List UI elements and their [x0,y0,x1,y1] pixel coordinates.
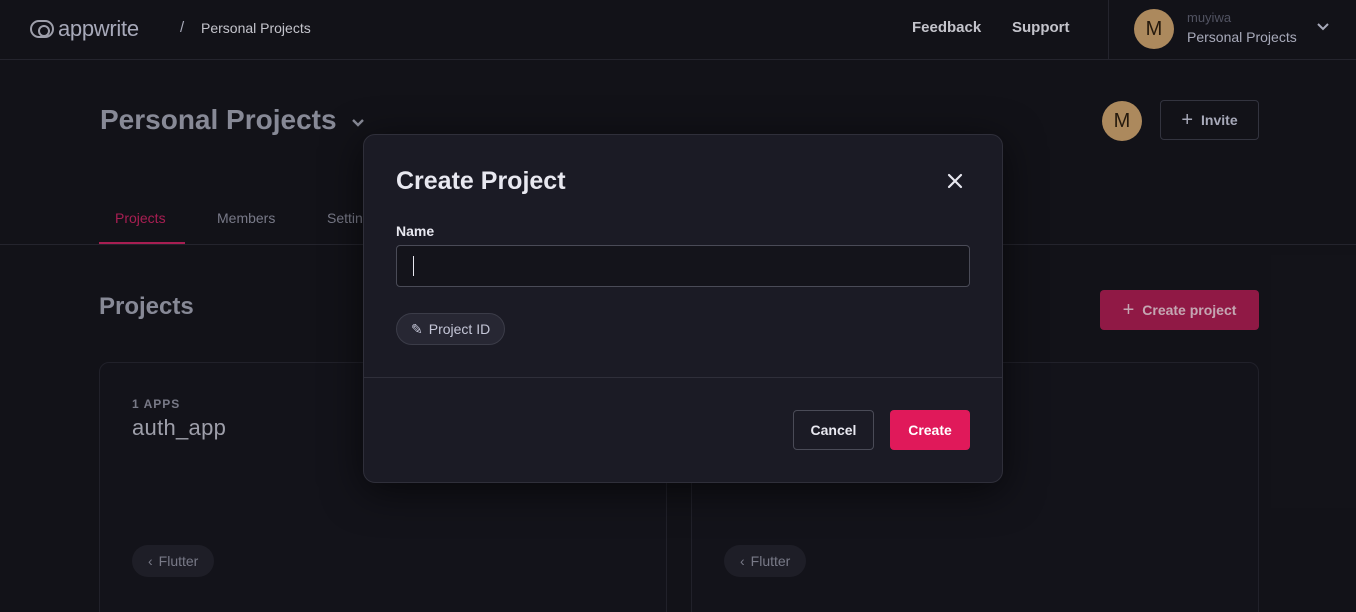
pencil-icon: ✎ [411,320,423,337]
create-project-label: Create project [1142,302,1237,318]
create-project-button[interactable]: + Create project [1100,290,1259,330]
tab-members[interactable]: Members [217,210,275,226]
feedback-link[interactable]: Feedback [912,19,981,36]
create-project-modal: Create Project Name ✎ Project ID Cancel … [363,134,1003,483]
cancel-button[interactable]: Cancel [793,410,874,450]
project-app-count: 1 APPS [132,397,181,411]
flutter-icon: ‹ [740,553,745,569]
platform-tag: ‹ Flutter [132,545,215,577]
project-id-button[interactable]: ✎ Project ID [396,313,506,345]
user-avatar[interactable]: M [1134,9,1174,49]
appwrite-logo[interactable]: appwrite [30,16,139,42]
logo-text: appwrite [58,16,139,41]
flutter-icon: ‹ [148,553,153,569]
tab-projects[interactable]: Projects [115,210,166,226]
user-name: muyiwa [1187,10,1232,25]
modal-title: Create Project [396,167,566,195]
modal-divider [364,377,1002,378]
top-bar: appwrite / Personal Projects Feedback Su… [0,0,1356,60]
platform-tag: ‹ Flutter [724,545,807,577]
plus-icon: + [1181,108,1194,131]
project-name-input[interactable] [396,245,970,287]
platform-label: Flutter [158,553,199,569]
appwrite-logo-icon [30,20,54,38]
chevron-down-icon[interactable] [1317,20,1329,34]
project-id-label: Project ID [428,321,491,337]
header-divider [1108,0,1109,60]
organization-title[interactable]: Personal Projects [100,104,337,136]
member-avatar[interactable]: M [1102,101,1142,141]
projects-section-title: Projects [99,293,194,320]
org-chevron-down-icon[interactable] [352,114,364,130]
close-icon[interactable] [944,171,966,193]
text-caret [413,256,414,276]
project-name: auth_app [132,415,227,440]
create-button[interactable]: Create [890,410,970,450]
support-link[interactable]: Support [1012,19,1070,36]
name-label: Name [396,223,435,239]
invite-button[interactable]: + Invite [1160,100,1259,140]
breadcrumb-separator: / [180,19,185,36]
user-organization: Personal Projects [1187,29,1297,45]
invite-label: Invite [1201,112,1238,128]
breadcrumb-organization[interactable]: Personal Projects [201,20,311,36]
plus-icon: + [1122,298,1135,321]
platform-label: Flutter [750,553,791,569]
